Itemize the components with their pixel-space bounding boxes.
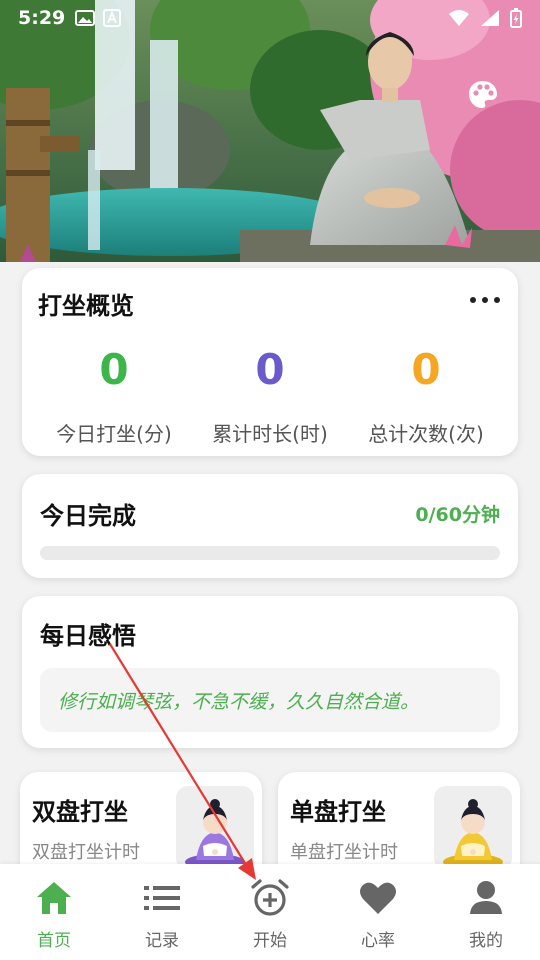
more-options-button[interactable] bbox=[470, 292, 500, 308]
insight-title: 每日感悟 bbox=[40, 622, 136, 650]
stat-label: 今日打坐(分) bbox=[56, 422, 172, 446]
signal-icon bbox=[481, 10, 499, 26]
status-bar: 5:29 bbox=[0, 0, 540, 36]
nav-item-profile[interactable]: 我的 bbox=[432, 864, 540, 960]
nav-label: 首页 bbox=[37, 931, 71, 951]
a-icon bbox=[103, 9, 122, 27]
stat-value: 0 bbox=[99, 345, 129, 394]
person-icon bbox=[466, 878, 506, 918]
bottom-nav: 首页 记录 开始 心率 我的 bbox=[0, 864, 540, 960]
nav-item-records[interactable]: 记录 bbox=[108, 864, 216, 960]
overview-card: 打坐概览 0 今日打坐(分) 0 累计时长(时) 0 总计次数(次) bbox=[22, 268, 518, 456]
meditating-figure-purple-icon bbox=[185, 799, 245, 870]
nav-item-heart-rate[interactable]: 心率 bbox=[324, 864, 432, 960]
stat-value: 0 bbox=[255, 345, 285, 394]
battery-charging-icon bbox=[510, 8, 522, 28]
mode-subtitle: 双盘打坐计时 bbox=[32, 842, 140, 863]
stat-label: 总计次数(次) bbox=[368, 422, 484, 446]
status-time: 5:29 bbox=[18, 7, 66, 29]
wifi-icon bbox=[449, 10, 469, 26]
nav-item-home[interactable]: 首页 bbox=[0, 864, 108, 960]
stat-value: 0 bbox=[411, 345, 441, 394]
theme-palette-button[interactable] bbox=[466, 78, 500, 112]
hero-banner bbox=[0, 0, 540, 262]
palette-icon bbox=[469, 81, 497, 108]
quote-text: 修行如调琴弦，不急不缓，久久自然合道。 bbox=[58, 690, 420, 713]
hero-illustration bbox=[0, 0, 540, 262]
today-progress-bar bbox=[40, 546, 500, 560]
mode-illustration bbox=[176, 786, 254, 870]
home-icon bbox=[34, 878, 74, 918]
nav-label: 我的 bbox=[469, 931, 503, 951]
today-completion-card: 今日完成 0/60分钟 bbox=[22, 474, 518, 578]
nav-label: 记录 bbox=[145, 931, 179, 951]
today-title: 今日完成 bbox=[40, 502, 136, 530]
mode-illustration bbox=[434, 786, 512, 870]
today-progress-text: 0/60分钟 bbox=[415, 504, 500, 526]
alarm-add-icon bbox=[250, 878, 290, 918]
quote-box: 修行如调琴弦，不急不缓，久久自然合道。 bbox=[40, 668, 500, 732]
mode-title: 双盘打坐 bbox=[32, 798, 128, 826]
stat-total-hours: 0 累计时长(时) bbox=[190, 346, 350, 447]
nav-label: 心率 bbox=[361, 931, 395, 951]
more-horizontal-icon bbox=[470, 297, 476, 303]
heart-icon bbox=[358, 878, 398, 918]
stat-label: 累计时长(时) bbox=[212, 422, 328, 446]
nav-item-start[interactable]: 开始 bbox=[216, 864, 324, 960]
stat-total-sessions: 0 总计次数(次) bbox=[346, 346, 506, 447]
mode-title: 单盘打坐 bbox=[290, 798, 386, 826]
nav-label: 开始 bbox=[253, 931, 287, 951]
overview-title: 打坐概览 bbox=[38, 292, 134, 320]
meditating-figure-yellow-icon bbox=[443, 799, 503, 870]
image-icon bbox=[75, 10, 96, 26]
mode-subtitle: 单盘打坐计时 bbox=[290, 842, 398, 863]
stat-today-minutes: 0 今日打坐(分) bbox=[34, 346, 194, 447]
daily-insight-card: 每日感悟 修行如调琴弦，不急不缓，久久自然合道。 bbox=[22, 596, 518, 748]
list-icon bbox=[142, 878, 182, 918]
